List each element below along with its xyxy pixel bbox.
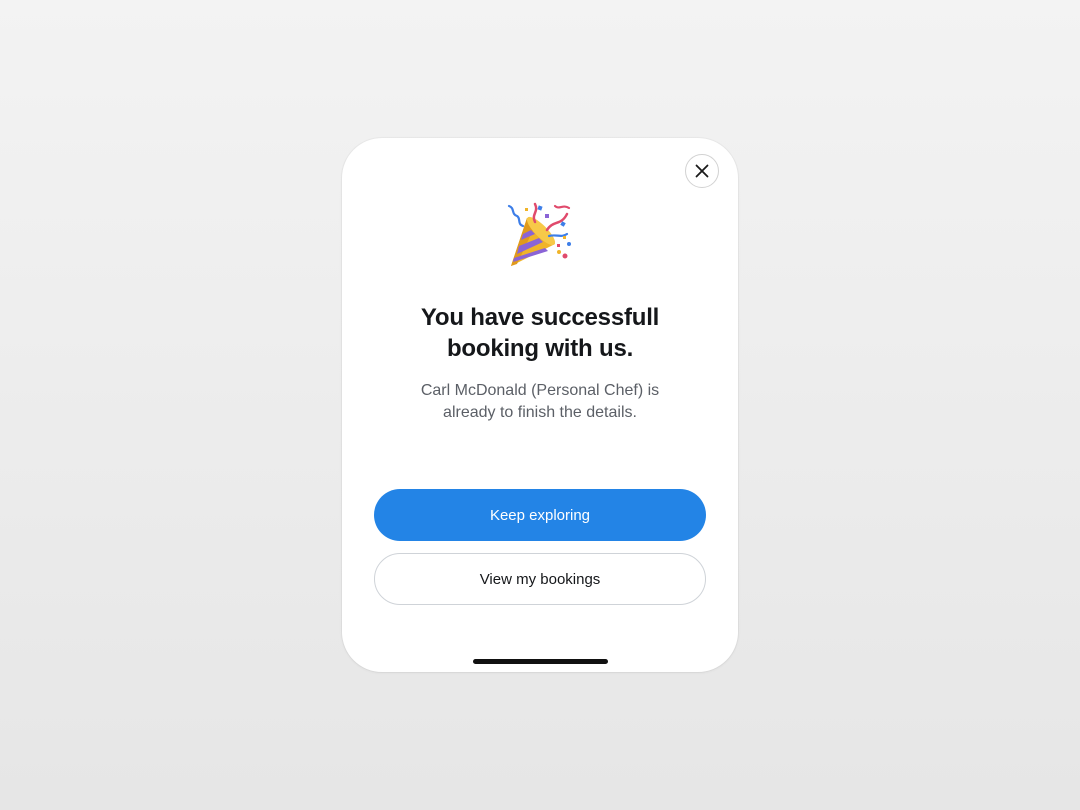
view-bookings-label: View my bookings bbox=[479, 570, 601, 588]
close-button[interactable] bbox=[685, 154, 719, 188]
home-indicator bbox=[473, 659, 608, 664]
message-line-1: Carl McDonald (Personal Chef) is bbox=[420, 382, 660, 399]
booking-success-dialog: You have successfull booking with us. Ca… bbox=[342, 138, 738, 672]
message-line-2: already to finish the details. bbox=[443, 404, 637, 421]
success-message: Carl McDonald (Personal Chef) is already… bbox=[342, 380, 738, 424]
party-popper-icon bbox=[507, 202, 571, 266]
keep-exploring-label: Keep exploring bbox=[489, 506, 591, 524]
keep-exploring-button[interactable]: Keep exploring bbox=[374, 489, 706, 541]
success-title: You have successfull booking with us. bbox=[342, 302, 738, 364]
view-bookings-button[interactable]: View my bookings bbox=[374, 553, 706, 605]
title-line-1: You have successfull bbox=[420, 304, 660, 331]
close-icon bbox=[695, 164, 709, 178]
title-line-2: booking with us. bbox=[446, 335, 634, 362]
